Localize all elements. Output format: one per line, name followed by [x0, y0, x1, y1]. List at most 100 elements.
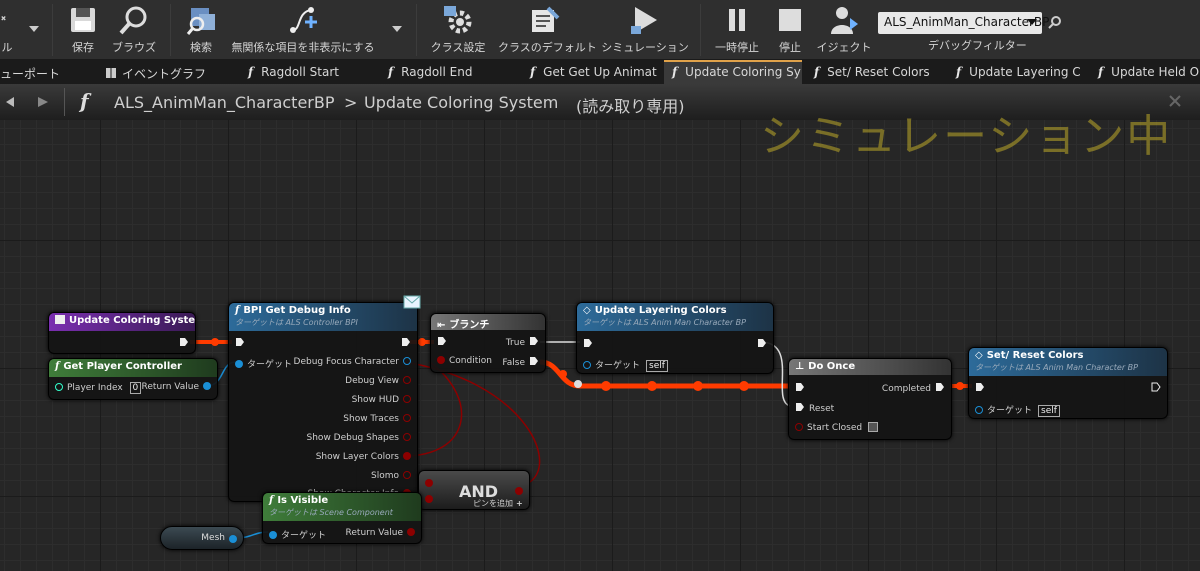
pause-button[interactable]: 一時停止	[708, 2, 766, 58]
eject-button[interactable]: イジェクト	[816, 2, 872, 58]
get-player-controller-node[interactable]: f Get Player Controller Player Index 0 Re…	[48, 358, 218, 400]
exec-out-pin[interactable]	[401, 337, 411, 347]
exec-out-pin[interactable]	[179, 337, 189, 347]
target-pin[interactable]: ターゲット	[235, 357, 292, 370]
target-pin[interactable]: ターゲット self	[975, 403, 1060, 417]
exec-out-pin[interactable]	[1151, 382, 1161, 392]
show-hud-pin[interactable]: Show HUD	[352, 395, 411, 405]
bpi-get-debug-info-node[interactable]: f BPI Get Debug Info ターゲットは ALS Controlle…	[228, 295, 421, 502]
debug-view-pin[interactable]: Debug View	[345, 376, 411, 386]
tab-ragdoll-start[interactable]: f Ragdoll Start	[240, 60, 376, 84]
tab-label: Get Get Up Animat	[543, 65, 657, 79]
add-pin-button[interactable]: ピンを追加 +	[473, 498, 523, 509]
object-pin-icon	[235, 360, 243, 368]
start-closed-checkbox[interactable]	[868, 422, 879, 432]
target-pin[interactable]: ターゲット self	[583, 358, 668, 372]
pin-label: Return Value	[345, 528, 403, 538]
set-reset-colors-node[interactable]: ◇ Set/ Reset Colors ターゲットは ALS Anim Man C…	[968, 347, 1168, 419]
tab-event-graph[interactable]: イベントグラフ	[100, 60, 236, 84]
tab-label: Ragdoll End	[401, 65, 473, 79]
simulation-button[interactable]: シミュレーション	[600, 2, 690, 58]
pause-icon	[729, 9, 745, 31]
event-graph-icon	[106, 68, 116, 78]
find-button[interactable]: 検索	[178, 2, 224, 58]
variable-label: Mesh	[201, 533, 225, 543]
and-node[interactable]: AND ピンを追加 +	[418, 470, 530, 510]
target-pin[interactable]: ターゲット	[269, 528, 326, 541]
bool-pin-icon[interactable]	[425, 479, 433, 487]
condition-pin[interactable]: Condition	[437, 356, 492, 366]
slomo-pin[interactable]: Slomo	[371, 471, 411, 481]
toolbar-separator	[170, 4, 171, 56]
function-icon: f	[956, 65, 962, 79]
update-layering-colors-node[interactable]: ◇ Update Layering Colors ターゲットは ALS Anim …	[576, 302, 774, 374]
tab-set-reset-colors[interactable]: f Set/ Reset Colors	[806, 60, 944, 84]
player-index-pin[interactable]: Player Index 0	[55, 382, 142, 394]
breadcrumb-blueprint[interactable]: ALS_AnimMan_CharacterBP	[114, 93, 335, 112]
mesh-variable-node[interactable]: Mesh	[160, 526, 244, 550]
toolbar-dropdown[interactable]	[26, 2, 42, 58]
node-title: Is Visible	[277, 495, 329, 506]
pin-label: Reset	[809, 404, 835, 414]
debug-focus-character-pin[interactable]: Debug Focus Character	[294, 357, 411, 367]
message-envelope-icon	[403, 295, 421, 309]
false-pin[interactable]: False	[502, 356, 539, 368]
branch-node[interactable]: ⇤ ブランチ True Condition False	[430, 313, 546, 373]
tab-update-coloring-system[interactable]: f Update Coloring Sy	[664, 60, 802, 84]
is-visible-node[interactable]: f Is Visible ターゲットは Scene Component ターゲット…	[262, 492, 422, 544]
exec-in-pin[interactable]	[235, 337, 245, 347]
exec-out-pin[interactable]	[757, 338, 767, 348]
exec-in-pin[interactable]	[437, 336, 447, 346]
function-icon: f	[55, 361, 60, 372]
hide-unrelated-button[interactable]: 無関係な項目を非表示にする	[228, 2, 378, 58]
debug-object-select[interactable]: ALS_AnimMan_CharacterBP	[878, 12, 1049, 34]
reset-pin[interactable]: Reset	[795, 402, 834, 414]
tab-get-get-up-anim[interactable]: f Get Get Up Animat	[522, 60, 660, 84]
browse-button[interactable]: ブラウズ	[108, 2, 160, 58]
pin-label: True	[505, 338, 525, 348]
bool-pin-icon	[403, 433, 411, 441]
search-icon[interactable]	[1048, 15, 1062, 29]
partial-toolbar-button[interactable]: ル	[0, 2, 16, 58]
tab-update-layering-colors[interactable]: f Update Layering C	[948, 60, 1086, 84]
show-traces-pin[interactable]: Show Traces	[343, 414, 411, 424]
hide-unrelated-dropdown[interactable]	[388, 2, 406, 58]
class-defaults-button[interactable]: クラスのデフォルト	[498, 2, 597, 58]
bool-pin-icon[interactable]	[425, 495, 433, 503]
pin-label: Player Index	[67, 383, 123, 393]
completed-pin[interactable]: Completed	[882, 382, 945, 394]
do-once-node[interactable]: ⊥ Do Once Completed Reset Start Closed	[788, 358, 952, 440]
exec-in-pin[interactable]	[795, 382, 805, 392]
pin-label: Debug Focus Character	[293, 357, 399, 367]
tab-label: Ragdoll Start	[261, 65, 339, 79]
tab-viewport[interactable]: ューポート	[0, 60, 96, 84]
do-once-icon: ⊥	[795, 361, 805, 372]
bool-out-pin-icon[interactable]	[515, 487, 523, 495]
breadcrumb-function: Update Coloring System	[364, 93, 559, 112]
node-header: Update Coloring System	[49, 313, 195, 331]
return-value-pin[interactable]: Return Value	[142, 382, 211, 392]
true-pin[interactable]: True	[506, 336, 539, 348]
object-pin-icon	[203, 382, 211, 390]
custom-event-icon: ◇	[583, 305, 591, 316]
forward-arrow-icon[interactable]	[36, 94, 52, 110]
tab-update-held-object[interactable]: f Update Held Obje	[1090, 60, 1200, 84]
exec-in-pin[interactable]	[975, 382, 985, 392]
bool-pin-icon	[403, 471, 411, 479]
tab-ragdoll-end[interactable]: f Ragdoll End	[380, 60, 518, 84]
start-closed-pin[interactable]: Start Closed	[795, 422, 879, 433]
pin-label: Show Traces	[343, 414, 399, 424]
stop-button[interactable]: 停止	[770, 2, 810, 58]
player-index-value[interactable]: 0	[129, 382, 142, 394]
function-entry-node[interactable]: Update Coloring System	[48, 312, 196, 354]
save-button[interactable]: 保存	[58, 2, 108, 58]
object-pin-icon[interactable]	[229, 535, 237, 543]
class-settings-button[interactable]: クラス設定	[428, 2, 488, 58]
pin-label: ターゲット	[247, 360, 293, 370]
bool-pin-icon	[403, 395, 411, 403]
exec-in-pin[interactable]	[583, 338, 593, 348]
back-arrow-icon[interactable]	[0, 94, 14, 110]
show-debug-shapes-pin[interactable]: Show Debug Shapes	[307, 433, 411, 443]
show-layer-colors-pin[interactable]: Show Layer Colors	[316, 452, 411, 462]
return-value-pin[interactable]: Return Value	[346, 528, 415, 538]
